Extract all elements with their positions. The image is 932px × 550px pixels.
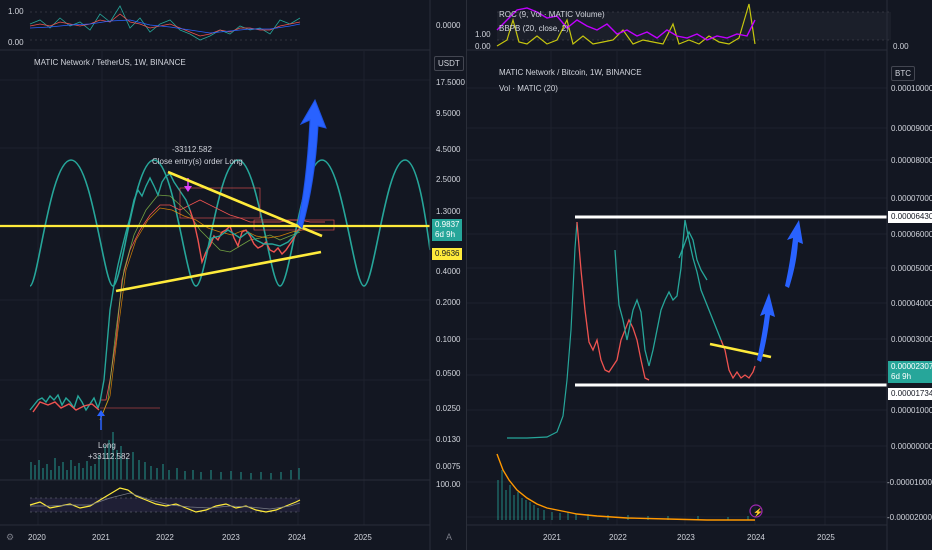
long-entry-value: +33112.582 <box>88 452 130 461</box>
time-tick: 2021 <box>92 533 110 542</box>
time-tick: 2025 <box>354 533 372 542</box>
roc-legend[interactable]: ROC (9, Vol · MATIC Volume) <box>499 10 605 19</box>
price-tick: 0.0500 <box>436 369 461 378</box>
support-tag: 0.00001734 <box>888 388 932 400</box>
auto-scale-icon[interactable]: A <box>446 532 452 542</box>
blue-arrow-icon <box>297 98 327 229</box>
top-indicator-tick: 1.00 <box>8 7 24 16</box>
volume-ma-line <box>496 453 755 521</box>
price-tick: 0.00007000 <box>891 194 932 203</box>
right-chart-legend[interactable]: MATIC Network / Bitcoin, 1W, BINANCE <box>499 68 642 77</box>
oscillator-tick: 100.00 <box>436 480 461 489</box>
time-tick: 2023 <box>677 533 695 542</box>
time-tick: 2024 <box>747 533 765 542</box>
volume-legend[interactable]: Vol · MATIC (20) <box>499 84 558 93</box>
time-tick: 2022 <box>156 533 174 542</box>
top-indicator-tick: 0.00 <box>475 42 491 51</box>
gear-icon[interactable]: ⚙ <box>6 532 14 543</box>
left-volume-bars <box>30 432 300 480</box>
price-tick: 0.00005000 <box>891 264 932 273</box>
right-chart-svg: ⚡ <box>467 0 891 550</box>
bbpb-legend[interactable]: BBPB (20, close, 2) <box>499 24 569 33</box>
countdown-label: 6d 9h <box>435 230 456 239</box>
price-tick: -0.00002000 <box>887 513 932 522</box>
long-entry-label: Long <box>98 441 116 450</box>
current-price-tag: 0.9837 6d 9h <box>432 219 463 241</box>
left-chart-svg <box>0 0 431 550</box>
currency-button[interactable]: USDT <box>434 56 464 71</box>
price-tick: 0.0130 <box>436 435 461 444</box>
top-indicator-tick: 0.00 <box>8 38 24 47</box>
price-tick: 17.5000 <box>436 78 465 87</box>
price-tick: 0.00004000 <box>891 299 932 308</box>
sine-wave <box>29 159 431 287</box>
price-tick: 0.00006000 <box>891 230 932 239</box>
left-chart-pane[interactable]: 1.00 0.00 0.0000 MATIC Network / TetherU… <box>0 0 466 550</box>
svg-text:⚡: ⚡ <box>753 507 763 517</box>
price-tick: 0.00000000 <box>891 442 932 451</box>
price-tick: 0.00010000 <box>891 84 932 93</box>
price-tick: 0.00003000 <box>891 335 932 344</box>
price-tick: 9.5000 <box>436 109 461 118</box>
time-tick: 2023 <box>222 533 240 542</box>
yellow-line-tag: 0.9636 <box>432 248 463 260</box>
long-marker-arrow <box>97 410 105 430</box>
lower-trend-line <box>115 250 322 293</box>
price-tick: 0.2000 <box>436 298 461 307</box>
price-tick: 0.00001000 <box>891 406 932 415</box>
price-tick: 2.5000 <box>436 175 461 184</box>
right-chart-pane[interactable]: ⚡ ROC (9, Vol · MATIC Volume) BBPB (20, … <box>466 0 932 550</box>
top-indicator-value: 0.0000 <box>436 21 461 30</box>
close-entry-value: -33112.582 <box>172 145 212 154</box>
price-tick: -0.00001000 <box>887 478 932 487</box>
price-tick: 0.00009000 <box>891 124 932 133</box>
price-tick: 0.1000 <box>436 335 461 344</box>
current-price-value: 0.00002307 <box>891 362 932 371</box>
top-indicator-value: 0.00 <box>893 42 909 51</box>
time-tick: 2025 <box>817 533 835 542</box>
currency-button[interactable]: BTC <box>891 66 915 81</box>
price-tick: 4.5000 <box>436 145 461 154</box>
time-tick: 2020 <box>28 533 46 542</box>
close-entry-label: Close entry(s) order Long <box>152 157 243 166</box>
price-tick: 0.0075 <box>436 462 461 471</box>
large-blue-arrow-icon <box>785 220 803 288</box>
resistance-tag: 0.00006430 <box>888 211 932 223</box>
price-tick: 0.4000 <box>436 267 461 276</box>
left-chart-legend[interactable]: MATIC Network / TetherUS, 1W, BINANCE <box>34 58 186 67</box>
time-tick: 2021 <box>543 533 561 542</box>
time-tick: 2024 <box>288 533 306 542</box>
right-volume-bars <box>497 470 749 520</box>
countdown-label: 6d 9h <box>891 372 912 381</box>
price-tick: 0.00008000 <box>891 156 932 165</box>
current-price-value: 0.9837 <box>435 220 460 229</box>
time-tick: 2022 <box>609 533 627 542</box>
top-indicator-tick: 1.00 <box>475 30 491 39</box>
price-tick: 0.0250 <box>436 404 461 413</box>
current-price-tag: 0.00002307 6d 9h <box>888 361 932 383</box>
price-tick: 1.3000 <box>436 207 461 216</box>
